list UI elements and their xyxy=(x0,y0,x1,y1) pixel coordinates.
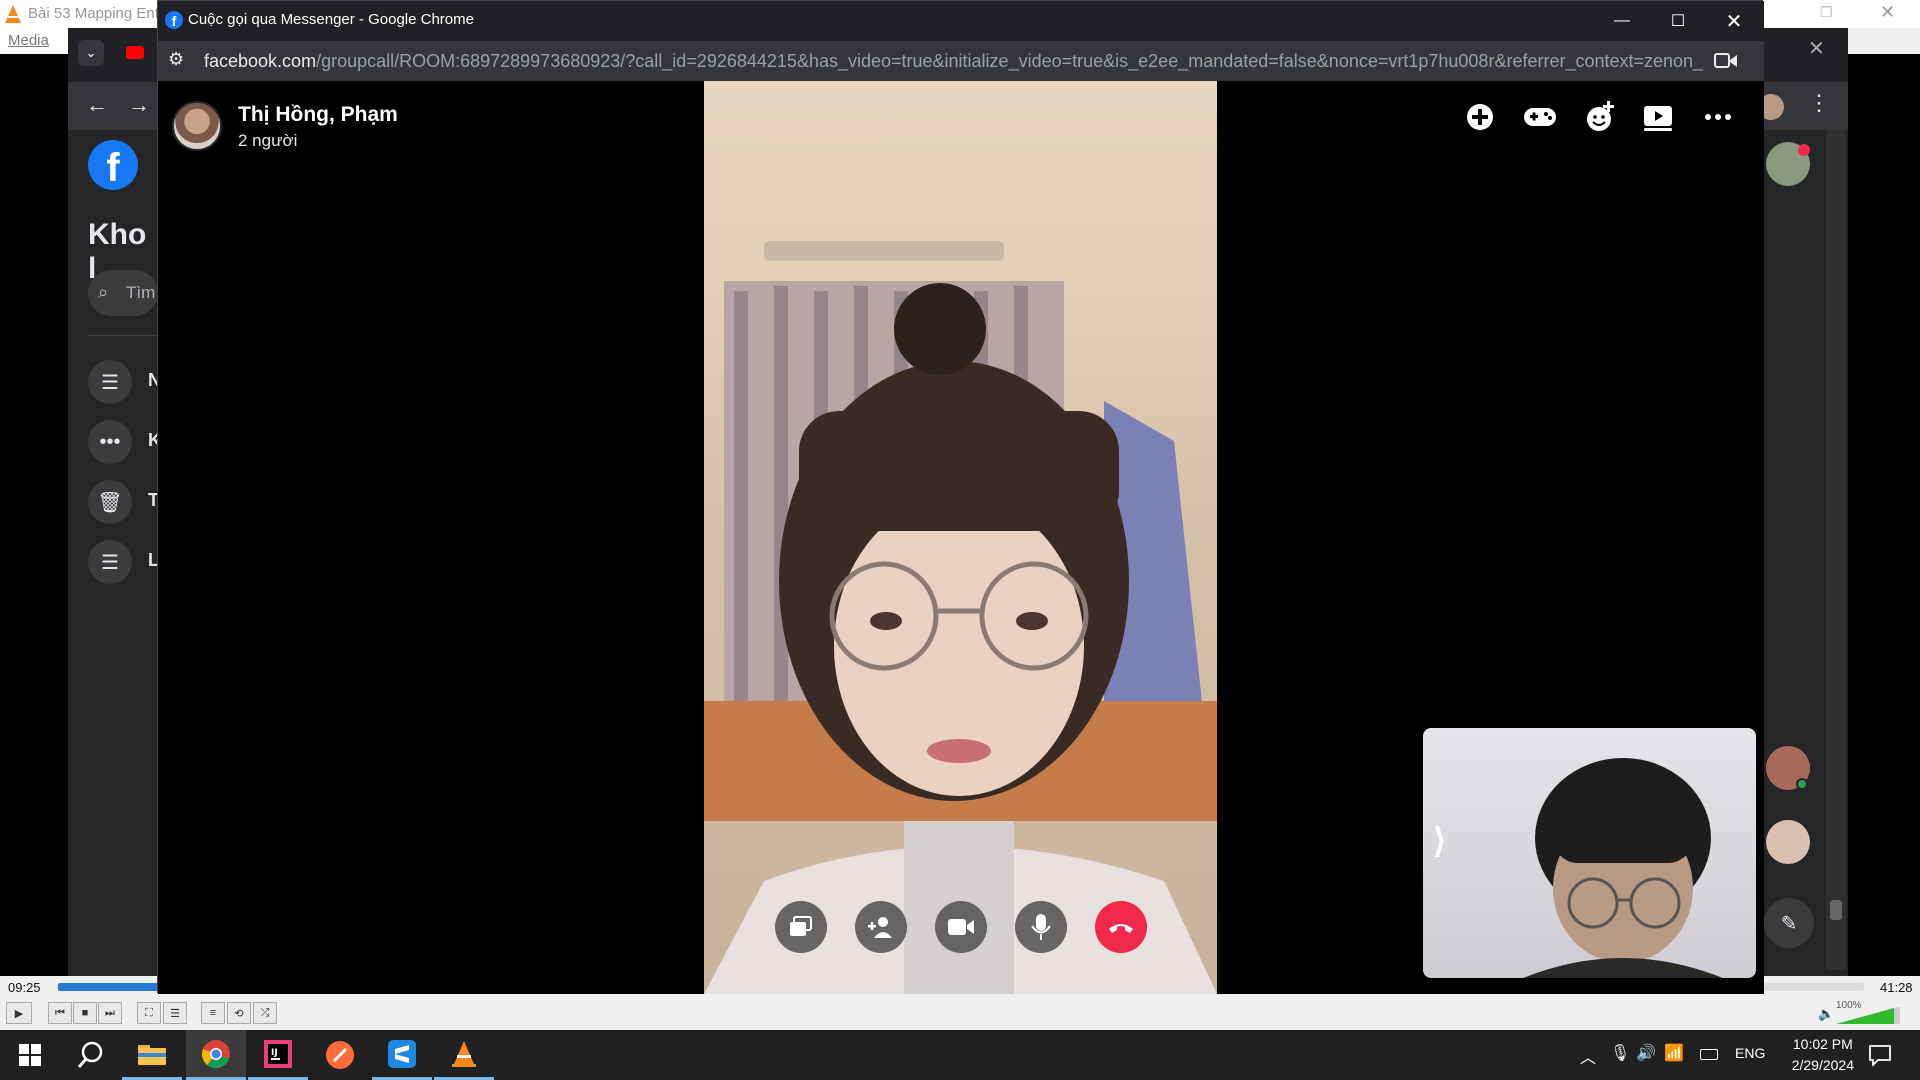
intellij-icon[interactable]: IJ xyxy=(248,1030,308,1080)
call-stage: Thị Hồng, Phạm 2 người ⟩ xyxy=(158,81,1764,994)
url-host: facebook.com xyxy=(204,51,317,71)
shuffle-button[interactable]: ⤮ xyxy=(253,1002,277,1024)
bg-close-icon[interactable]: ✕ xyxy=(1808,36,1825,61)
call-window-title-bar: f Cuộc gọi qua Messenger - Google Chrome… xyxy=(158,1,1764,41)
postman-icon[interactable] xyxy=(310,1030,370,1080)
next-button[interactable]: ⏭ xyxy=(98,1002,122,1024)
url-path: /groupcall/ROOM:6897289973680923/?call_i… xyxy=(316,51,1704,71)
participant-count: 2 người xyxy=(238,131,298,150)
youtube-icon[interactable] xyxy=(126,46,144,59)
fullscreen-button[interactable]: ⛶ xyxy=(137,1002,161,1024)
scrollbar[interactable] xyxy=(1826,130,1846,970)
chevron-up-icon[interactable]: ︿ xyxy=(1580,1044,1596,1068)
volume-slider[interactable] xyxy=(1836,1006,1902,1026)
facebook-logo-icon[interactable]: f xyxy=(88,140,138,190)
battery-icon[interactable] xyxy=(1700,1049,1718,1060)
windows-start-icon[interactable] xyxy=(0,1030,60,1080)
language-indicator[interactable]: ENG xyxy=(1735,1045,1765,1061)
list-icon[interactable]: ☰ xyxy=(88,360,132,404)
microphone-icon xyxy=(1031,914,1051,940)
game-controller-icon[interactable] xyxy=(1520,97,1560,137)
divider xyxy=(88,335,158,336)
bg-right-rail: ✎ xyxy=(1762,130,1848,976)
call-window: f Cuộc gọi qua Messenger - Google Chrome… xyxy=(157,0,1764,994)
url-text[interactable]: facebook.com/groupcall/ROOM:689728997368… xyxy=(204,51,1704,72)
volume-icon[interactable]: 🔊 xyxy=(1636,1043,1656,1063)
chrome-menu-icon[interactable]: ⋮ xyxy=(1808,90,1830,116)
add-person-icon xyxy=(868,917,892,938)
clock-date: 2/29/2024 xyxy=(1791,1057,1854,1073)
online-dot xyxy=(1796,778,1808,790)
emoji-add-icon[interactable] xyxy=(1580,97,1620,137)
wifi-icon[interactable]: 📶 xyxy=(1664,1043,1684,1063)
extended-settings-button[interactable]: ☰ xyxy=(163,1002,187,1024)
minimize-icon[interactable]: — xyxy=(1594,1,1650,41)
site-settings-icon[interactable]: ⚙ xyxy=(168,49,184,70)
more-icon[interactable] xyxy=(1698,97,1738,137)
self-view-toggle[interactable]: ⟩ xyxy=(1433,821,1446,861)
stop-button[interactable]: ■ xyxy=(73,1002,97,1024)
microphone-button[interactable] xyxy=(1015,901,1067,953)
facebook-favicon-icon: f xyxy=(165,11,183,29)
address-bar[interactable]: ⚙ facebook.com/groupcall/ROOM:6897289973… xyxy=(158,41,1764,81)
scroll-thumb[interactable] xyxy=(1830,900,1842,920)
screen-share-icon xyxy=(790,916,812,936)
tab-search-icon[interactable]: ⌄ xyxy=(78,40,104,66)
clock-time: 10:02 PM xyxy=(1792,1036,1853,1052)
play-button[interactable]: ▶ xyxy=(6,1002,32,1024)
end-call-icon xyxy=(1109,924,1133,933)
bg-search-placeholder: Tìm xyxy=(126,283,156,302)
contact-avatar[interactable] xyxy=(1766,820,1810,864)
list-icon[interactable]: ☰ xyxy=(88,540,132,584)
close-icon[interactable]: ✕ xyxy=(1706,1,1762,41)
camera-button[interactable] xyxy=(935,901,987,953)
restore-icon[interactable]: ❐ xyxy=(1820,4,1833,21)
forward-icon[interactable]: → xyxy=(128,92,150,118)
svg-text:IJ: IJ xyxy=(271,1048,278,1058)
remote-video xyxy=(704,81,1217,994)
maximize-icon[interactable]: ☐ xyxy=(1650,1,1706,41)
screen-share-button[interactable] xyxy=(775,901,827,953)
search-icon: ⌕ xyxy=(98,282,109,302)
sublime-icon[interactable] xyxy=(372,1030,432,1080)
self-video[interactable] xyxy=(1423,728,1756,978)
vlc-title-text: Bài 53 Mapping Ent xyxy=(28,5,159,22)
new-message-icon[interactable]: ✎ xyxy=(1764,898,1814,948)
close-icon[interactable]: ✕ xyxy=(1880,2,1895,23)
time-total: 41:28 xyxy=(1880,980,1913,995)
play-video-icon[interactable] xyxy=(1638,97,1678,137)
clock[interactable]: 10:02 PM 2/29/2024 xyxy=(1792,1034,1854,1076)
remote-video-frame xyxy=(704,241,1217,994)
notification-dot xyxy=(1798,144,1810,156)
playlist-button[interactable]: ≡ xyxy=(201,1002,225,1024)
trash-icon[interactable]: 🗑 xyxy=(88,480,132,524)
camera-in-use-icon[interactable] xyxy=(1714,52,1738,70)
file-explorer-icon[interactable] xyxy=(122,1030,182,1080)
bg-search[interactable]: ⌕ Tìm xyxy=(88,270,158,316)
more-icon[interactable]: ••• xyxy=(88,420,132,464)
microphone-icon[interactable]: 🎙 xyxy=(1610,1043,1630,1063)
caller-name: Thị Hồng, Phạm xyxy=(238,103,398,126)
self-video-frame xyxy=(1523,758,1723,978)
bg-sidebar: f Kho l ⌕ Tìm ☰ N ••• K 🗑 T ☰ L xyxy=(68,130,161,970)
add-person-button[interactable] xyxy=(855,901,907,953)
caller-avatar xyxy=(172,101,222,151)
chrome-icon[interactable] xyxy=(186,1030,246,1080)
camera-icon xyxy=(948,919,974,935)
search-icon[interactable] xyxy=(60,1030,120,1080)
taskbar: IJ ︿ 🎙 🔊 📶 ENG 10:02 PM 2/29/2024 xyxy=(0,1030,1920,1080)
vlc-icon[interactable] xyxy=(434,1030,494,1080)
back-icon[interactable]: ← xyxy=(86,92,108,118)
end-call-button[interactable] xyxy=(1095,901,1147,953)
speaker-icon[interactable]: 🔈 xyxy=(1818,1006,1834,1022)
call-window-title: Cuộc gọi qua Messenger - Google Chrome xyxy=(188,11,474,28)
notification-center-icon[interactable] xyxy=(1868,1044,1892,1066)
time-elapsed: 09:25 xyxy=(8,980,41,995)
menu-media[interactable]: Media xyxy=(8,32,49,49)
add-icon[interactable] xyxy=(1460,97,1500,137)
loop-button[interactable]: ⟲ xyxy=(227,1002,251,1024)
vlc-cone-icon xyxy=(5,5,21,23)
previous-button[interactable]: ⏮ xyxy=(48,1002,72,1024)
